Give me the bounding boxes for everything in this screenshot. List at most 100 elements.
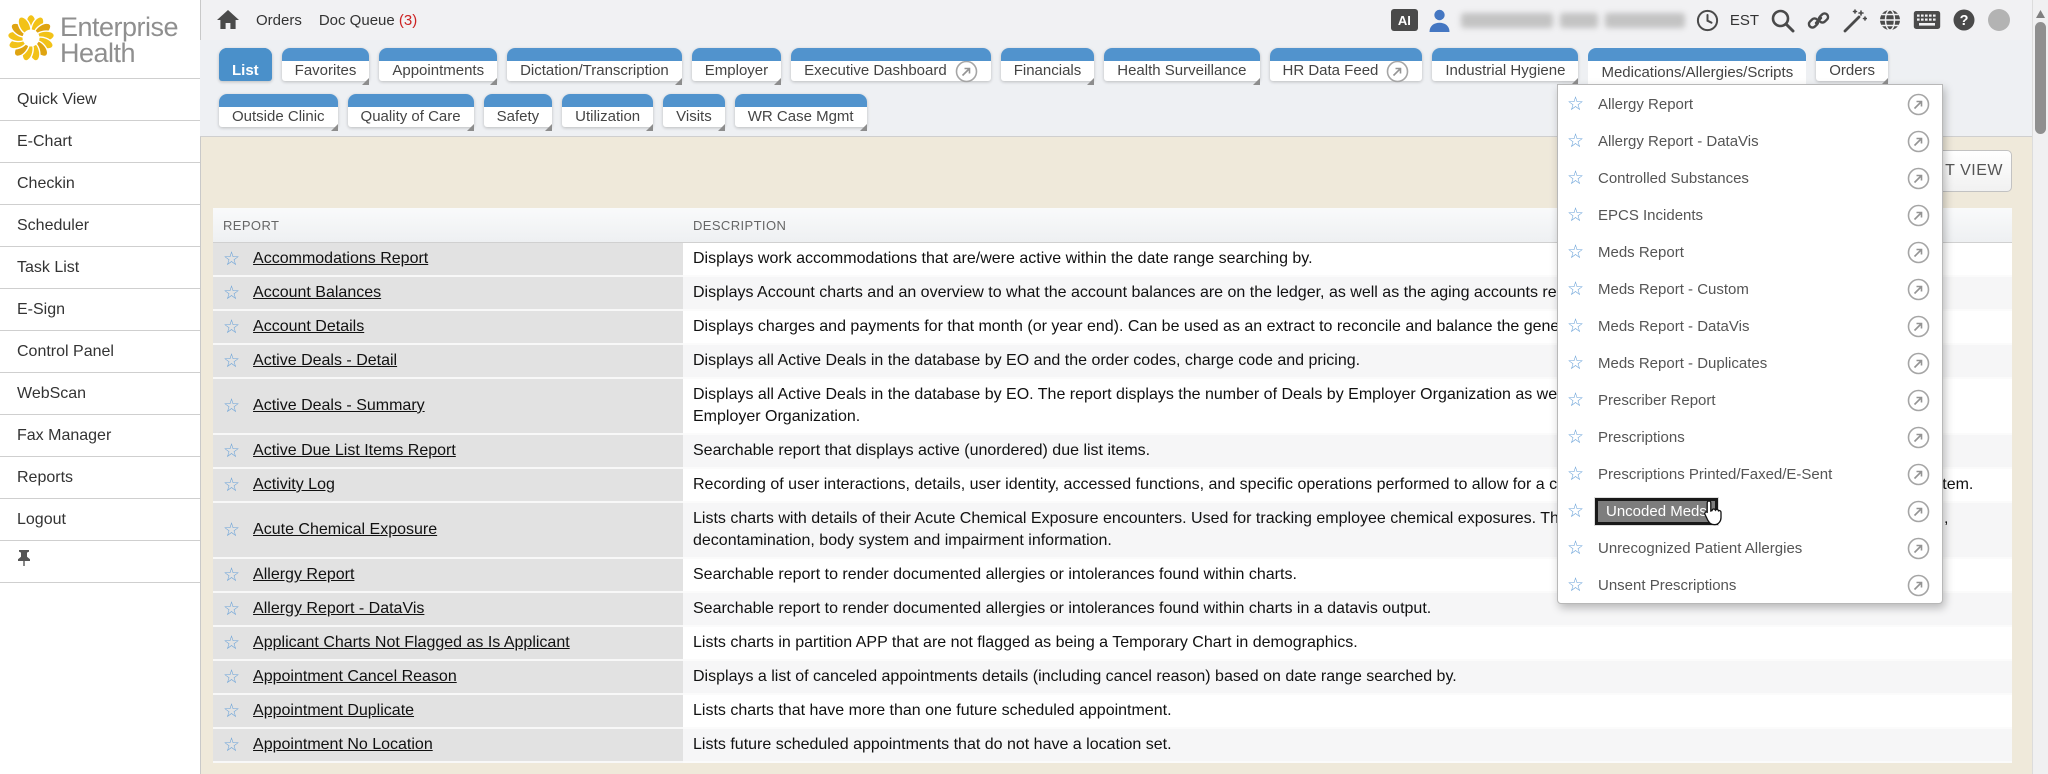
report-link-acute-chemical-exposure[interactable]: Acute Chemical Exposure xyxy=(253,521,437,539)
menu-item-meds-report-datavis[interactable]: ☆Meds Report - DataVis xyxy=(1558,308,1942,345)
favorite-star-icon[interactable]: ☆ xyxy=(1567,539,1587,558)
sidebar-item-e-sign[interactable]: E-Sign xyxy=(0,289,200,331)
sidebar-item-checkin[interactable]: Checkin xyxy=(0,163,200,205)
favorite-star-icon[interactable]: ☆ xyxy=(223,702,240,721)
favorite-star-icon[interactable]: ☆ xyxy=(1567,502,1587,521)
tab-quality-of-care[interactable]: Quality of Care xyxy=(348,94,474,127)
sidebar-item-control-panel[interactable]: Control Panel xyxy=(0,331,200,373)
sidebar-item-fax-manager[interactable]: Fax Manager xyxy=(0,415,200,457)
tab-outside-clinic[interactable]: Outside Clinic xyxy=(219,94,338,127)
favorite-star-icon[interactable]: ☆ xyxy=(1567,576,1587,595)
tab-utilization[interactable]: Utilization xyxy=(562,94,653,127)
favorite-star-icon[interactable]: ☆ xyxy=(1567,465,1587,484)
open-report-icon[interactable] xyxy=(1907,352,1930,375)
menu-item-uncoded-meds[interactable]: ☆Uncoded Meds xyxy=(1558,493,1942,530)
open-report-icon[interactable] xyxy=(1907,278,1930,301)
menu-item-epcs-incidents[interactable]: ☆EPCS Incidents xyxy=(1558,197,1942,234)
open-report-icon[interactable] xyxy=(1907,130,1930,153)
sidebar-item-webscan[interactable]: WebScan xyxy=(0,373,200,415)
favorite-star-icon[interactable]: ☆ xyxy=(223,634,240,653)
link-icon[interactable] xyxy=(1806,8,1831,33)
sidebar-item-reports[interactable]: Reports xyxy=(0,457,200,499)
tab-wr-case-mgmt[interactable]: WR Case Mgmt xyxy=(735,94,867,127)
tab-hr-data-feed[interactable]: HR Data Feed xyxy=(1270,48,1423,81)
open-report-icon[interactable] xyxy=(1907,463,1930,486)
open-report-icon[interactable] xyxy=(1907,389,1930,412)
menu-item-meds-report[interactable]: ☆Meds Report xyxy=(1558,234,1942,271)
open-report-icon[interactable] xyxy=(1907,241,1930,264)
report-link-allergy-report[interactable]: Allergy Report xyxy=(253,566,354,584)
favorite-star-icon[interactable]: ☆ xyxy=(223,352,240,371)
favorite-star-icon[interactable]: ☆ xyxy=(1567,243,1587,262)
report-link-active-due-list-items-report[interactable]: Active Due List Items Report xyxy=(253,442,456,460)
favorite-star-icon[interactable]: ☆ xyxy=(1567,280,1587,299)
open-report-icon[interactable] xyxy=(1907,315,1930,338)
ai-badge[interactable]: AI xyxy=(1391,9,1418,31)
avatar[interactable] xyxy=(1987,8,2011,32)
open-report-icon[interactable] xyxy=(1907,167,1930,190)
report-link-accommodations-report[interactable]: Accommodations Report xyxy=(253,250,428,268)
favorite-star-icon[interactable]: ☆ xyxy=(1567,132,1587,151)
tab-dictation-transcription[interactable]: Dictation/Transcription xyxy=(507,48,682,81)
sidebar-item-quick-view[interactable]: Quick View xyxy=(0,79,200,121)
open-report-icon[interactable] xyxy=(1907,574,1930,597)
favorite-star-icon[interactable]: ☆ xyxy=(1567,95,1587,114)
menu-item-controlled-substances[interactable]: ☆Controlled Substances xyxy=(1558,160,1942,197)
tab-visits[interactable]: Visits xyxy=(663,94,725,127)
open-report-icon[interactable] xyxy=(1907,204,1930,227)
open-in-new-icon[interactable] xyxy=(955,60,978,83)
favorite-star-icon[interactable]: ☆ xyxy=(223,566,240,585)
scrollbar-thumb[interactable] xyxy=(2035,22,2046,134)
open-report-icon[interactable] xyxy=(1907,426,1930,449)
tab-executive-dashboard[interactable]: Executive Dashboard xyxy=(791,48,991,81)
favorite-star-icon[interactable]: ☆ xyxy=(223,284,240,303)
breadcrumb-doc-queue[interactable]: Doc Queue (3) xyxy=(319,12,417,29)
tab-financials[interactable]: Financials xyxy=(1001,48,1095,81)
report-link-appointment-no-location[interactable]: Appointment No Location xyxy=(253,736,433,754)
favorite-star-icon[interactable]: ☆ xyxy=(223,668,240,687)
menu-item-allergy-report-datavis[interactable]: ☆Allergy Report - DataVis xyxy=(1558,123,1942,160)
report-link-appointment-duplicate[interactable]: Appointment Duplicate xyxy=(253,702,414,720)
open-report-icon[interactable] xyxy=(1907,500,1930,523)
open-report-icon[interactable] xyxy=(1907,93,1930,116)
favorite-star-icon[interactable]: ☆ xyxy=(223,442,240,461)
favorite-star-icon[interactable]: ☆ xyxy=(1567,428,1587,447)
favorite-star-icon[interactable]: ☆ xyxy=(1567,317,1587,336)
favorite-star-icon[interactable]: ☆ xyxy=(1567,206,1587,225)
favorite-star-icon[interactable]: ☆ xyxy=(1567,354,1587,373)
menu-item-unsent-prescriptions[interactable]: ☆Unsent Prescriptions xyxy=(1558,567,1942,604)
pin-sidebar-button[interactable] xyxy=(0,541,200,583)
menu-item-prescriptions[interactable]: ☆Prescriptions xyxy=(1558,419,1942,456)
vertical-scrollbar[interactable] xyxy=(2032,0,2048,774)
menu-item-allergy-report[interactable]: ☆Allergy Report xyxy=(1558,86,1942,123)
sidebar-item-logout[interactable]: Logout xyxy=(0,499,200,541)
open-report-icon[interactable] xyxy=(1907,537,1930,560)
tab-orders[interactable]: Orders xyxy=(1816,48,1888,81)
column-header-report[interactable]: REPORT xyxy=(213,218,683,233)
favorite-star-icon[interactable]: ☆ xyxy=(223,476,240,495)
breadcrumb-orders[interactable]: Orders xyxy=(256,12,302,29)
favorite-star-icon[interactable]: ☆ xyxy=(1567,391,1587,410)
favorite-star-icon[interactable]: ☆ xyxy=(223,250,240,269)
report-link-activity-log[interactable]: Activity Log xyxy=(253,476,335,494)
wand-icon[interactable] xyxy=(1842,8,1867,33)
tab-list[interactable]: List xyxy=(219,48,272,81)
favorite-star-icon[interactable]: ☆ xyxy=(223,397,240,416)
keyboard-icon[interactable] xyxy=(1913,10,1941,30)
globe-icon[interactable] xyxy=(1878,8,1902,32)
sidebar-item-task-list[interactable]: Task List xyxy=(0,247,200,289)
tab-medications-allergies-scripts[interactable]: Medications/Allergies/Scripts xyxy=(1588,48,1806,84)
tab-employer[interactable]: Employer xyxy=(692,48,781,81)
menu-item-prescriber-report[interactable]: ☆Prescriber Report xyxy=(1558,382,1942,419)
tab-industrial-hygiene[interactable]: Industrial Hygiene xyxy=(1432,48,1578,81)
sidebar-item-scheduler[interactable]: Scheduler xyxy=(0,205,200,247)
tab-health-surveillance[interactable]: Health Surveillance xyxy=(1104,48,1259,81)
home-icon[interactable] xyxy=(217,10,239,30)
open-in-new-icon[interactable] xyxy=(1386,60,1409,83)
report-link-active-deals-summary[interactable]: Active Deals - Summary xyxy=(253,397,425,415)
tab-safety[interactable]: Safety xyxy=(484,94,553,127)
clock-icon[interactable] xyxy=(1696,9,1719,32)
report-link-account-details[interactable]: Account Details xyxy=(253,318,364,336)
search-icon[interactable] xyxy=(1770,8,1795,33)
menu-item-meds-report-custom[interactable]: ☆Meds Report - Custom xyxy=(1558,271,1942,308)
